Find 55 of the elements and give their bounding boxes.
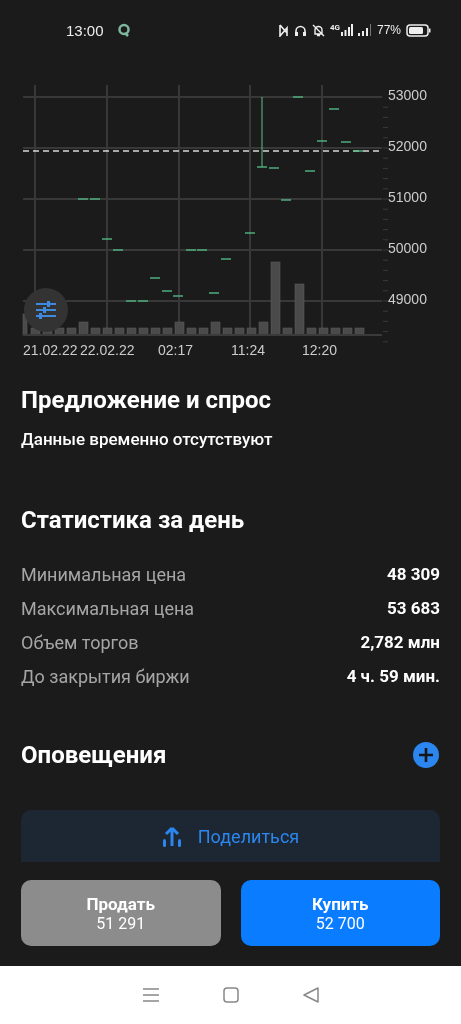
home-icon[interactable] xyxy=(223,987,240,1003)
section-title: Оповещения xyxy=(20,740,167,770)
volume-bar xyxy=(354,327,365,336)
signal-icon xyxy=(340,24,353,36)
volume-bar xyxy=(150,327,161,336)
axis-label: 53000 xyxy=(388,87,427,103)
signal-icon xyxy=(357,24,372,36)
axis-label: 51000 xyxy=(388,189,427,205)
menu-icon[interactable] xyxy=(141,987,160,1003)
add-alert-button[interactable] xyxy=(412,741,440,769)
volume-bar xyxy=(126,327,137,336)
axis-label: 49000 xyxy=(388,291,427,307)
buy-button[interactable]: Купить 52 700 xyxy=(240,880,440,946)
volume-bar xyxy=(114,327,125,336)
candle-wick xyxy=(261,96,263,168)
volume-bar xyxy=(330,327,341,336)
stat-value: 4 ч. 59 мин. xyxy=(346,666,440,686)
network-type: 4G xyxy=(329,23,340,32)
axis-label: 22.02.22 xyxy=(80,342,135,358)
clock: 13:00 xyxy=(66,21,104,39)
axis-label: 02:17 xyxy=(158,342,194,358)
volume-bar xyxy=(318,327,329,336)
back-icon[interactable] xyxy=(303,987,320,1003)
stat-label: Объем торгов xyxy=(21,631,139,653)
axis-label: 11:24 xyxy=(231,342,265,358)
axis-label: 21.02.22 xyxy=(23,342,78,358)
volume-bar xyxy=(102,327,113,336)
axis-label: 12:20 xyxy=(302,342,338,358)
volume-bar xyxy=(54,327,65,336)
section-title: Предложение и спрос xyxy=(20,385,273,415)
sliders-icon xyxy=(35,301,57,319)
share-icon xyxy=(161,826,182,848)
app-notification-icon xyxy=(116,23,131,37)
stat-label: Минимальная цена xyxy=(21,563,187,585)
battery-level: 77% xyxy=(376,23,401,37)
sell-button[interactable]: Продать 51 291 xyxy=(21,880,221,946)
chart-settings-button[interactable] xyxy=(24,288,68,332)
volume-bar xyxy=(342,327,353,336)
stat-value: 48 309 xyxy=(387,564,440,584)
volume-bar xyxy=(234,327,245,336)
stat-label: До закрытия биржи xyxy=(21,665,190,687)
stat-value: 53 683 xyxy=(387,598,440,618)
stat-value: 2,782 млн xyxy=(360,632,440,652)
axis-label: 50000 xyxy=(388,240,427,256)
volume-bar xyxy=(138,327,149,336)
share-button[interactable]: Поделиться xyxy=(21,810,440,862)
battery-icon xyxy=(406,23,431,37)
axis-label: 52000 xyxy=(388,138,427,154)
volume-bar xyxy=(22,313,28,336)
section-title: Статистика за день xyxy=(20,505,246,535)
stat-label: Максимальная цена xyxy=(21,597,195,619)
empty-message: Данные временно отсутствуют xyxy=(20,429,274,449)
plus-icon xyxy=(412,741,440,769)
headphones-icon xyxy=(293,23,307,37)
muted-bell-icon xyxy=(311,23,325,37)
